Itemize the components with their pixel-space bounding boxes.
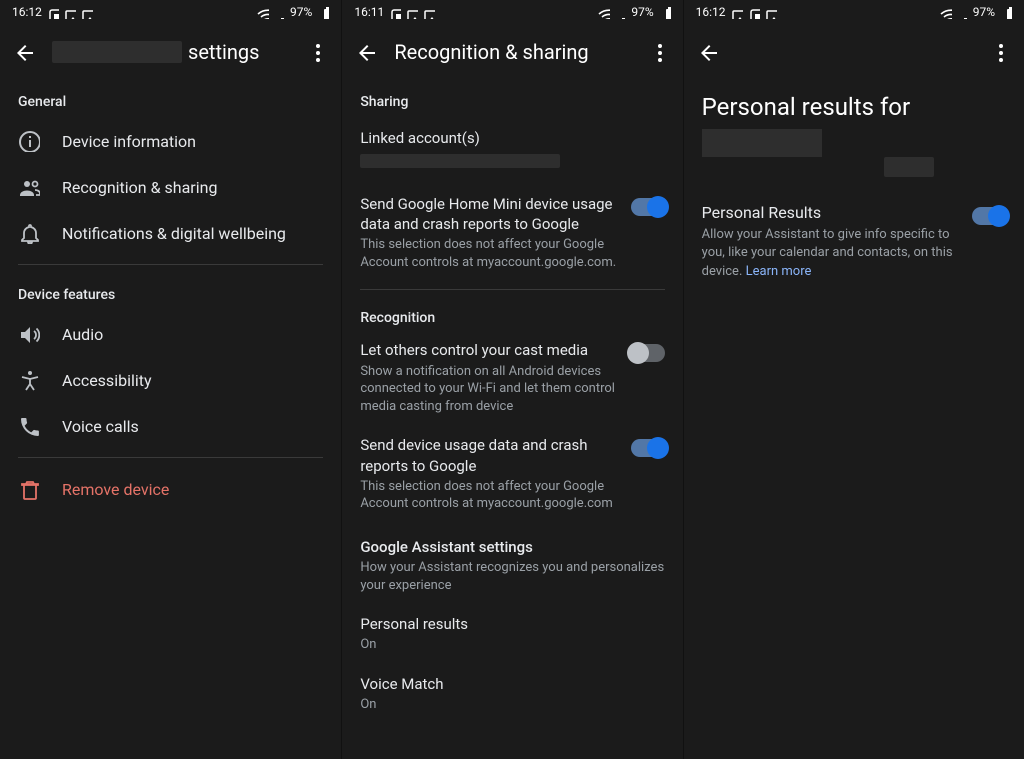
battery-pct: 97% xyxy=(631,5,653,19)
panel-recognition-sharing: 16:11 97% Recognition & sharing Sharing … xyxy=(341,0,682,759)
item-title: Send Google Home Mini device usage data … xyxy=(360,194,620,235)
status-icon xyxy=(747,6,760,19)
learn-more-link[interactable]: Learn more xyxy=(746,264,812,279)
panel-settings: 16:12 97% settings General Device inform… xyxy=(0,0,341,759)
row-voice-calls[interactable]: Voice calls xyxy=(0,403,341,449)
item-title: Send device usage data and crash reports… xyxy=(360,435,620,476)
status-icon xyxy=(730,6,743,19)
row-linked-accounts[interactable]: Linked account(s) xyxy=(342,118,682,184)
wifi-icon xyxy=(256,6,269,19)
signal-icon xyxy=(956,6,969,19)
divider xyxy=(360,289,664,290)
status-icon xyxy=(388,6,401,19)
appbar xyxy=(684,24,1024,80)
page-title: Recognition & sharing xyxy=(394,40,630,64)
signal-icon xyxy=(273,6,286,19)
panel-personal-results: 16:12 97% Personal results for Personal … xyxy=(683,0,1024,759)
row-send-device-usage[interactable]: Send device usage data and crash reports… xyxy=(342,425,682,523)
row-audio[interactable]: Audio xyxy=(0,311,341,357)
row-accessibility[interactable]: Accessibility xyxy=(0,357,341,403)
toggle-cast[interactable] xyxy=(631,344,665,362)
status-bar: 16:12 97% xyxy=(684,0,1024,24)
row-ga-settings: Google Assistant settings How your Assis… xyxy=(342,523,682,604)
item-sub: This selection does not affect your Goog… xyxy=(360,236,620,271)
appbar: Recognition & sharing xyxy=(342,24,682,80)
item-sub: This selection does not affect your Goog… xyxy=(360,478,620,513)
wifi-icon xyxy=(597,6,610,19)
status-time: 16:12 xyxy=(12,5,42,19)
signal-icon xyxy=(614,6,627,19)
row-recognition-sharing[interactable]: Recognition & sharing xyxy=(0,164,341,210)
row-personal-results-toggle[interactable]: Personal Results Allow your Assistant to… xyxy=(684,187,1024,297)
page-title: settings xyxy=(52,40,289,64)
item-title: Voice Match xyxy=(360,674,664,694)
bell-icon xyxy=(18,222,40,244)
accessibility-icon xyxy=(18,369,40,391)
audio-icon xyxy=(18,323,40,345)
back-button[interactable] xyxy=(354,40,378,64)
status-time: 16:12 xyxy=(696,5,726,19)
item-sub: Allow your Assistant to give info specif… xyxy=(702,226,960,281)
battery-icon xyxy=(999,6,1012,19)
battery-pct: 97% xyxy=(290,5,312,19)
section-sharing: Sharing xyxy=(342,80,682,118)
divider xyxy=(18,264,323,265)
more-button[interactable] xyxy=(647,40,671,64)
redacted-text xyxy=(702,129,822,157)
linked-accounts-label: Linked account(s) xyxy=(360,128,664,148)
people-icon xyxy=(18,176,40,198)
section-general: General xyxy=(0,80,341,118)
big-title: Personal results for xyxy=(684,80,1024,157)
status-bar: 16:12 97% xyxy=(0,0,341,24)
battery-icon xyxy=(316,6,329,19)
appbar: settings xyxy=(0,24,341,80)
info-icon xyxy=(18,130,40,152)
row-send-home-usage[interactable]: Send Google Home Mini device usage data … xyxy=(342,184,682,282)
wifi-icon xyxy=(939,6,952,19)
redacted-text xyxy=(884,157,934,177)
row-remove-device[interactable]: Remove device xyxy=(0,466,341,512)
item-title: Let others control your cast media xyxy=(360,340,620,360)
back-button[interactable] xyxy=(12,40,36,64)
row-personal-results[interactable]: Personal results On xyxy=(342,604,682,664)
status-time: 16:11 xyxy=(354,5,384,19)
redacted-text xyxy=(52,41,182,63)
back-button[interactable] xyxy=(696,40,720,64)
row-voice-match[interactable]: Voice Match On xyxy=(342,664,682,724)
item-sub: On xyxy=(360,696,664,714)
row-cast-control[interactable]: Let others control your cast media Show … xyxy=(342,330,682,425)
toggle-send-home[interactable] xyxy=(631,198,665,216)
toggle-personal-results[interactable] xyxy=(972,207,1006,225)
item-title: Google Assistant settings xyxy=(360,537,664,557)
item-title: Personal results xyxy=(360,614,664,634)
status-icon xyxy=(46,6,59,19)
toggle-send-device[interactable] xyxy=(631,439,665,457)
row-notifications[interactable]: Notifications & digital wellbeing xyxy=(0,210,341,256)
phone-icon xyxy=(18,415,40,437)
divider xyxy=(18,457,323,458)
item-sub: On xyxy=(360,636,664,654)
item-sub: Show a notification on all Android devic… xyxy=(360,363,620,416)
section-device-features: Device features xyxy=(0,273,341,311)
status-icon xyxy=(63,6,76,19)
battery-pct: 97% xyxy=(973,5,995,19)
status-icon xyxy=(764,6,777,19)
status-icon xyxy=(405,6,418,19)
trash-icon xyxy=(18,478,40,500)
status-bar: 16:11 97% xyxy=(342,0,682,24)
status-icon xyxy=(422,6,435,19)
row-device-information[interactable]: Device information xyxy=(0,118,341,164)
item-title: Personal Results xyxy=(702,203,960,222)
redacted-text xyxy=(360,154,560,168)
more-button[interactable] xyxy=(988,40,1012,64)
section-recognition: Recognition xyxy=(342,298,682,330)
status-icon xyxy=(80,6,93,19)
item-sub: How your Assistant recognizes you and pe… xyxy=(360,559,664,594)
more-button[interactable] xyxy=(305,40,329,64)
battery-icon xyxy=(658,6,671,19)
